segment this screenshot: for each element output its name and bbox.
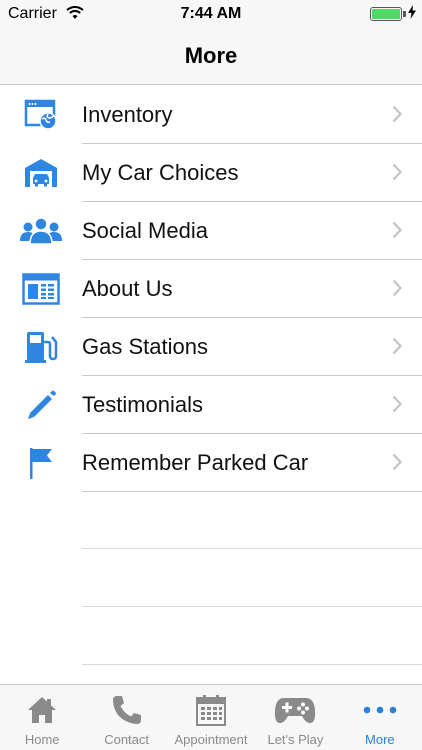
- menu-item-about-us[interactable]: About Us: [0, 260, 422, 318]
- menu-item-testimonials[interactable]: Testimonials: [0, 376, 422, 434]
- tab-label: Contact: [104, 732, 150, 747]
- menu-item-label: My Car Choices: [82, 160, 239, 185]
- tab-label: Let's Play: [267, 732, 324, 747]
- status-bar: Carrier 7:44 AM: [0, 0, 422, 28]
- battery-icon: [370, 7, 402, 21]
- page-title: More: [184, 43, 238, 68]
- chevron-right-icon: [392, 105, 403, 128]
- more-dots-icon: [338, 693, 422, 727]
- menu-item-label: Gas Stations: [82, 334, 208, 359]
- tab-more[interactable]: More: [338, 685, 422, 750]
- tab-appointment[interactable]: Appointment: [169, 685, 253, 750]
- navigation-bar: More: [0, 28, 422, 85]
- chevron-right-icon: [392, 279, 403, 302]
- menu-item-label: Social Media: [82, 218, 208, 243]
- battery-cap: [403, 11, 406, 17]
- chevron-right-icon: [392, 221, 403, 244]
- menu-list: Inventory My Car Choices Social Media Ab…: [0, 86, 422, 492]
- gamepad-icon: [253, 693, 337, 727]
- flag-icon: [20, 444, 62, 482]
- empty-row-divider: [82, 664, 422, 665]
- gas-pump-icon: [20, 328, 62, 366]
- tab-bar: Home Contact Appointment Let's Play More: [0, 684, 422, 750]
- chevron-right-icon: [392, 453, 403, 476]
- tab-label: Home: [24, 732, 60, 747]
- garage-car-icon: [20, 154, 62, 192]
- chevron-right-icon: [392, 395, 403, 418]
- menu-item-label: Testimonials: [82, 392, 204, 417]
- chevron-right-icon: [392, 337, 403, 360]
- phone-icon: [84, 693, 168, 727]
- tab-label: More: [365, 732, 395, 747]
- row-divider: [82, 491, 422, 492]
- chevron-right-icon: [392, 163, 403, 186]
- people-group-icon: [20, 212, 62, 250]
- tab-contact[interactable]: Contact: [84, 685, 168, 750]
- newspaper-icon: [20, 270, 62, 308]
- calendar-icon: [169, 693, 253, 727]
- pencil-icon: [20, 386, 62, 424]
- status-time: 7:44 AM: [180, 5, 242, 22]
- menu-item-label: Remember Parked Car: [82, 450, 309, 475]
- menu-item-inventory[interactable]: Inventory: [0, 86, 422, 144]
- menu-item-label: About Us: [82, 276, 173, 301]
- tab-home[interactable]: Home: [0, 685, 84, 750]
- house-icon: [0, 693, 84, 727]
- tab-lets-play[interactable]: Let's Play: [253, 685, 337, 750]
- menu-item-gas-stations[interactable]: Gas Stations: [0, 318, 422, 376]
- tab-label: Appointment: [174, 732, 248, 747]
- charging-icon: [408, 5, 416, 22]
- menu-item-social-media[interactable]: Social Media: [0, 202, 422, 260]
- menu-item-label: Inventory: [82, 102, 173, 127]
- menu-item-my-car-choices[interactable]: My Car Choices: [0, 144, 422, 202]
- empty-row-divider: [82, 548, 422, 549]
- empty-row-divider: [82, 606, 422, 607]
- menu-item-remember-parked-car[interactable]: Remember Parked Car: [0, 434, 422, 492]
- browser-globe-icon: [20, 96, 62, 134]
